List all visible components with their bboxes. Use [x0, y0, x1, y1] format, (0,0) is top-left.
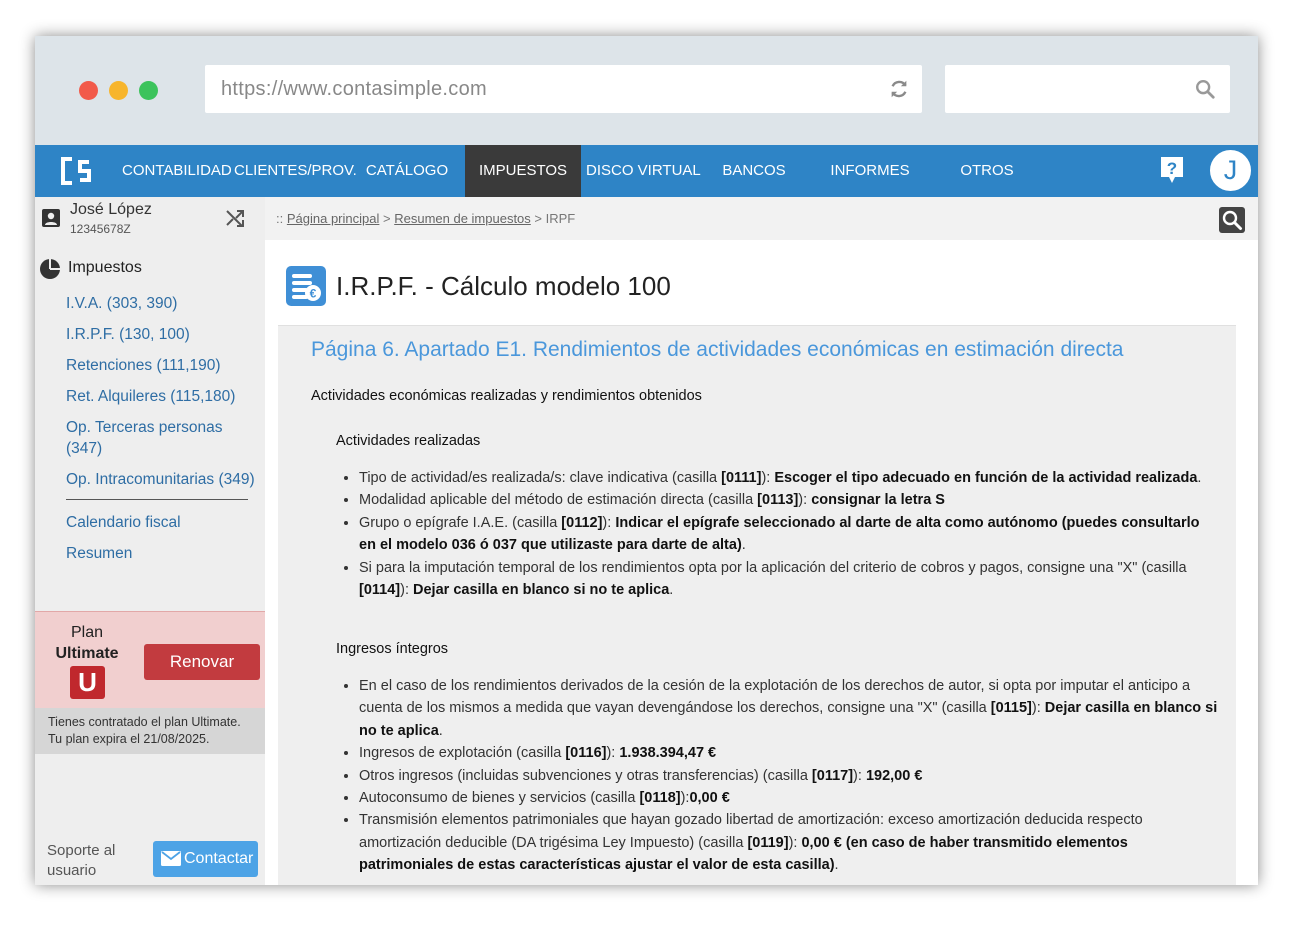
main-navbar: CONTABILIDAD CLIENTES/PROV. CATÁLOGO IMP… — [35, 145, 1258, 197]
sidebar-link-irpf[interactable]: I.R.P.F. (130, 100) — [66, 324, 261, 345]
nav-bancos[interactable]: BANCOS — [712, 145, 796, 197]
user-avatar[interactable]: J — [1208, 148, 1253, 193]
plan-info-line1: Tienes contratado el plan Ultimate. — [48, 715, 241, 729]
breadcrumb-summary-link[interactable]: Resumen de impuestos — [394, 211, 531, 226]
subheading-actividades: Actividades realizadas — [336, 433, 481, 449]
breadcrumb-bar: :: Página principal > Resumen de impuest… — [265, 197, 1258, 240]
list-item: Modalidad aplicable del método de estima… — [359, 489, 1219, 511]
list-item: Tipo de actividad/es realizada/s: clave … — [359, 467, 1219, 489]
nav-disco-virtual[interactable]: DISCO VIRTUAL — [586, 145, 701, 197]
breadcrumb-current: IRPF — [545, 211, 576, 226]
user-nif: 12345678Z — [70, 222, 131, 236]
zoom-icon[interactable] — [1219, 207, 1245, 233]
plan-info-line2: Tu plan expira el 21/08/2025. — [48, 732, 210, 746]
contact-button[interactable]: Contactar — [153, 841, 258, 877]
list-item: Transmisión elementos patrimoniales que … — [359, 809, 1219, 876]
page-title: I.R.P.F. - Cálculo modelo 100 — [336, 271, 671, 301]
breadcrumb: :: Página principal > Resumen de impuest… — [276, 211, 575, 226]
svg-text:?: ? — [1167, 159, 1177, 178]
list-item: En el caso de los rendimientos derivados… — [359, 675, 1219, 742]
sidebar-section-title: Impuestos — [68, 259, 142, 276]
maximize-window-button[interactable] — [139, 81, 158, 100]
sidebar-link-calendario[interactable]: Calendario fiscal — [66, 512, 261, 533]
contact-button-label: Contactar — [184, 850, 254, 867]
plan-badge-icon: U — [70, 666, 105, 699]
sidebar-link-terceras-personas[interactable]: Op. Terceras personas (347) — [66, 417, 236, 459]
nav-informes[interactable]: INFORMES — [825, 145, 915, 197]
svg-text:€: € — [310, 287, 317, 301]
breadcrumb-prefix: :: — [276, 211, 284, 226]
shuffle-icon[interactable] — [225, 208, 245, 228]
support-text: Soporte al usuario — [47, 842, 116, 879]
list-item: Ingresos de explotación (casilla [0116])… — [359, 742, 1219, 764]
url-text: https://www.contasimple.com — [221, 78, 487, 100]
browser-window: https://www.contasimple.com CONTABILIDAD… — [35, 36, 1258, 885]
sidebar-link-ret-alquileres[interactable]: Ret. Alquileres (115,180) — [66, 386, 261, 407]
plan-label: Plan — [70, 624, 104, 641]
search-icon[interactable] — [1194, 78, 1216, 100]
section-heading: Página 6. Apartado E1. Rendimientos de a… — [311, 338, 1124, 361]
plan-info: Tienes contratado el plan Ultimate. Tu p… — [35, 708, 265, 754]
list-item: Grupo o epígrafe I.A.E. (casilla [0112])… — [359, 512, 1219, 557]
sidebar-link-retenciones[interactable]: Retenciones (111,190) — [66, 355, 261, 376]
tax-document-icon: € — [286, 266, 326, 306]
browser-search-bar[interactable] — [945, 65, 1230, 113]
list-item: Otros ingresos (incluidas subvenciones y… — [359, 765, 1219, 787]
list-item: Autoconsumo de bienes y servicios (casil… — [359, 787, 1219, 809]
sidebar-divider — [66, 499, 248, 500]
sidebar: José López 12345678Z Impuestos I.V.A. (3… — [35, 197, 265, 885]
plan-box: Plan Ultimate U Renovar — [35, 611, 265, 708]
contasimple-logo-icon[interactable] — [57, 153, 93, 189]
breadcrumb-home-link[interactable]: Página principal — [287, 211, 380, 226]
reload-icon[interactable] — [888, 78, 910, 100]
minimize-window-button[interactable] — [109, 81, 128, 100]
subheading-ingresos: Ingresos íntegros — [336, 641, 449, 657]
nav-impuestos[interactable]: IMPUESTOS — [465, 145, 581, 197]
ingresos-list: En el caso de los rendimientos derivados… — [359, 675, 1219, 877]
user-card-icon — [42, 209, 60, 227]
pie-chart-icon — [40, 259, 60, 279]
content-panel: Página 6. Apartado E1. Rendimientos de a… — [278, 325, 1236, 885]
renew-button[interactable]: Renovar — [144, 644, 260, 680]
address-bar[interactable]: https://www.contasimple.com — [205, 65, 922, 113]
main-content: :: Página principal > Resumen de impuest… — [265, 197, 1258, 885]
list-item: Si para la imputación temporal de los re… — [359, 557, 1219, 602]
browser-chrome: https://www.contasimple.com — [35, 36, 1258, 145]
sidebar-link-iva[interactable]: I.V.A. (303, 390) — [66, 293, 261, 314]
breadcrumb-separator: > — [534, 211, 543, 226]
actividades-list: Tipo de actividad/es realizada/s: clave … — [359, 467, 1219, 601]
plan-name: Ultimate — [55, 645, 119, 662]
nav-catalogo[interactable]: CATÁLOGO — [359, 145, 455, 197]
sidebar-link-intracomunitarias[interactable]: Op. Intracomunitarias (349) — [66, 469, 261, 490]
close-window-button[interactable] — [79, 81, 98, 100]
nav-contabilidad[interactable]: CONTABILIDAD — [122, 145, 232, 197]
mail-icon — [161, 851, 181, 866]
help-icon[interactable]: ? — [1159, 155, 1185, 185]
user-name: José López — [70, 201, 152, 218]
sidebar-link-resumen[interactable]: Resumen — [66, 543, 261, 564]
breadcrumb-separator: > — [383, 211, 391, 226]
nav-otros[interactable]: OTROS — [947, 145, 1027, 197]
section-subtitle: Actividades económicas realizadas y rend… — [311, 388, 702, 404]
nav-clientes[interactable]: CLIENTES/PROV. — [234, 145, 357, 197]
